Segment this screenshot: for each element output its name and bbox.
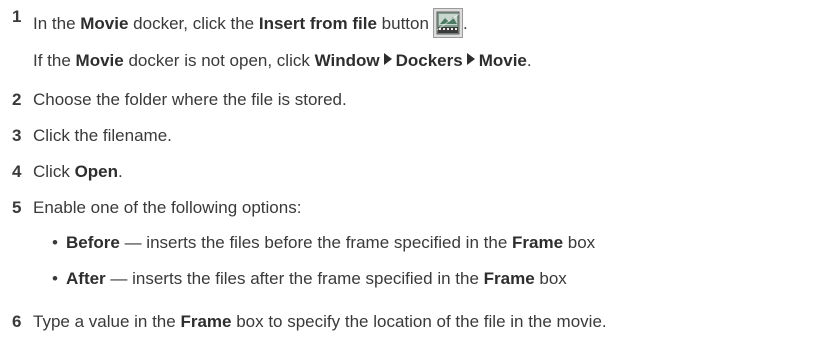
step-number: 5	[12, 198, 22, 217]
frame-box-label: Frame	[180, 312, 232, 331]
step-number: 3	[12, 126, 22, 145]
option-term: Before	[66, 233, 120, 252]
option-text: Before — inserts the files before the fr…	[66, 232, 595, 254]
text-run: .	[118, 162, 123, 181]
menu-arrow-icon	[383, 53, 392, 65]
text-run: Click	[33, 162, 75, 181]
text-run: docker is not open, click	[123, 51, 315, 70]
text-run: If the	[33, 51, 76, 70]
menu-arrow-icon	[466, 53, 475, 65]
open-label: Open	[74, 162, 119, 181]
step-text: Click the filename.	[33, 126, 172, 145]
text-run: docker, click the	[128, 14, 259, 33]
frame-box-label: Frame	[512, 233, 564, 252]
option-text: After — inserts the files after the fram…	[66, 268, 567, 290]
step-text: Choose the folder where the file is stor…	[33, 90, 347, 109]
step-text: Click Open.	[33, 161, 123, 183]
bullet-icon: •	[52, 269, 58, 288]
text-run: .	[462, 14, 468, 33]
text-run: Type a value in the	[33, 312, 181, 331]
text-run: box	[563, 233, 596, 252]
text-run: box to specify the location of the file …	[231, 312, 607, 331]
text-run: In the	[33, 14, 81, 33]
note-text: If the Movie docker is not open, click W…	[33, 50, 532, 72]
text-run: — inserts the files after the frame spec…	[105, 269, 484, 288]
text-run: .	[526, 51, 532, 70]
text-run: button	[376, 14, 429, 33]
insert-from-file-icon	[432, 8, 463, 38]
menu-movie-label: Movie	[478, 51, 527, 70]
menu-dockers-label: Dockers	[395, 51, 463, 70]
step-text: Type a value in the Frame box to specify…	[33, 311, 607, 333]
step-number: 6	[12, 312, 22, 331]
movie-docker-label: Movie	[75, 51, 124, 70]
text-run: — inserts the files before the frame spe…	[119, 233, 512, 252]
movie-docker-label: Movie	[80, 14, 129, 33]
step-number: 4	[12, 162, 22, 181]
step-number: 1	[12, 7, 22, 26]
step-number: 2	[12, 90, 22, 109]
text-run: box	[534, 269, 567, 288]
step-text: Enable one of the following options:	[33, 198, 302, 217]
procedure-steps: 1 In the Movie docker, click the Insert …	[0, 0, 830, 360]
step-text: In the Movie docker, click the Insert fr…	[33, 8, 468, 38]
menu-window-label: Window	[314, 51, 380, 70]
insert-from-file-label: Insert from file	[258, 14, 377, 33]
frame-box-label: Frame	[483, 269, 535, 288]
option-term: After	[66, 269, 106, 288]
bullet-icon: •	[52, 233, 58, 252]
